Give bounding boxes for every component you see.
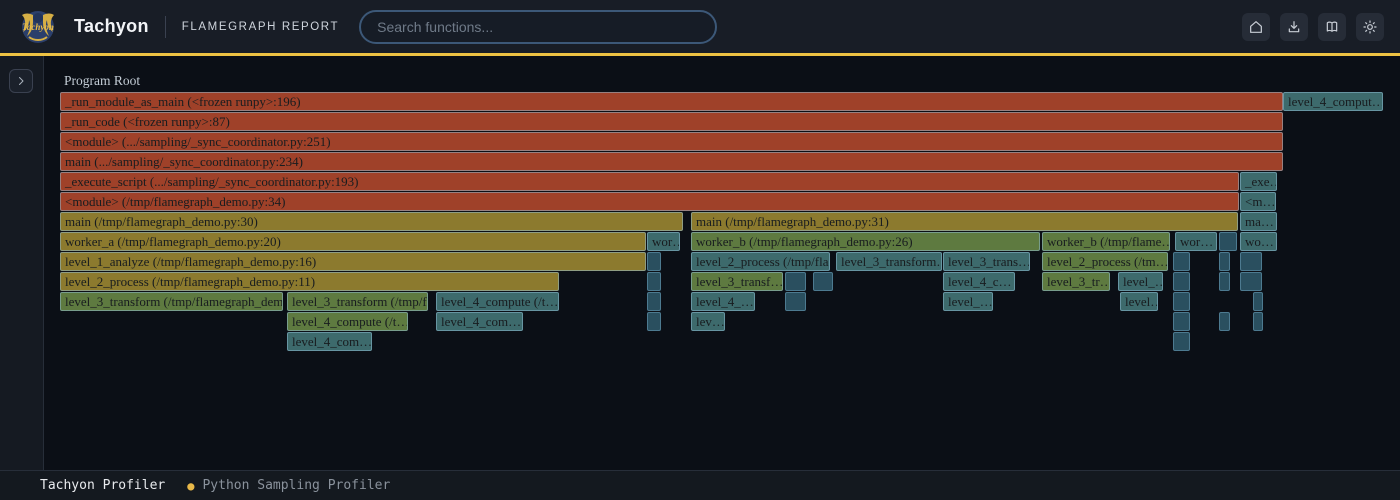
status-dot-icon: ● <box>187 479 194 493</box>
flame-block[interactable]: <m… <box>1240 192 1276 211</box>
flame-block-small[interactable] <box>1173 312 1190 331</box>
flame-block[interactable]: worker_b (/tmp/flame… <box>1042 232 1170 251</box>
home-icon <box>1248 19 1264 35</box>
flame-block-small[interactable] <box>1253 312 1263 331</box>
svg-text:Tachyon: Tachyon <box>22 22 54 32</box>
flame-block[interactable]: level_3_trans… <box>943 252 1030 271</box>
flame-block[interactable]: ma… <box>1240 212 1277 231</box>
docs-button[interactable] <box>1318 13 1346 41</box>
flame-block[interactable]: level_2_process (/tmp/flamegraph_demo.py… <box>60 272 559 291</box>
flame-block[interactable]: wor… <box>647 232 680 251</box>
flamegraph-panel: Program Root _run_module_as_main (<froze… <box>44 56 1400 470</box>
sidebar-expand-button[interactable] <box>9 69 33 93</box>
flame-block[interactable]: wo… <box>1240 232 1277 251</box>
app-title: Tachyon <box>74 16 149 37</box>
flame-block[interactable]: main (/tmp/flamegraph_demo.py:31) <box>691 212 1238 231</box>
flamegraph-blocks: _run_module_as_main (<frozen runpy>:196)… <box>44 56 1400 470</box>
flame-block[interactable]: level_4_c… <box>943 272 1015 291</box>
flame-block-small[interactable] <box>1173 252 1190 271</box>
flame-block[interactable]: level_… <box>943 292 993 311</box>
flame-block[interactable]: level_3_transform (/tmp/flamegraph_dem… <box>60 292 283 311</box>
flame-block[interactable]: level_4_com… <box>287 332 372 351</box>
status-bar: Tachyon Profiler ● Python Sampling Profi… <box>0 470 1400 500</box>
header-divider <box>165 16 166 38</box>
flame-block[interactable]: level… <box>1120 292 1158 311</box>
flame-block[interactable]: main (.../sampling/_sync_coordinator.py:… <box>60 152 1283 171</box>
sidebar <box>0 56 44 470</box>
flame-block-small[interactable] <box>1173 272 1190 291</box>
home-button[interactable] <box>1242 13 1270 41</box>
flame-block-small[interactable] <box>1173 332 1190 351</box>
footer-app-name: Tachyon Profiler <box>40 478 165 493</box>
flame-block-small[interactable] <box>1219 232 1237 251</box>
theme-toggle-button[interactable] <box>1356 13 1384 41</box>
flame-block-small[interactable] <box>1173 292 1190 311</box>
flame-block-small[interactable] <box>1219 272 1230 291</box>
flame-block-small[interactable] <box>647 292 661 311</box>
search-container <box>359 10 717 44</box>
flame-block-small[interactable] <box>1219 312 1230 331</box>
app-header: Tachyon Tachyon FLAMEGRAPH REPORT <box>0 0 1400 56</box>
flame-block-small[interactable] <box>1240 272 1262 291</box>
flame-block-small[interactable] <box>1253 292 1263 311</box>
flame-block[interactable]: level_4_… <box>691 292 755 311</box>
report-type-label: FLAMEGRAPH REPORT <box>182 21 339 33</box>
flame-block[interactable]: level_4_comput… <box>1283 92 1383 111</box>
flame-block-small[interactable] <box>785 292 806 311</box>
flame-block[interactable]: level_4_compute (/t… <box>436 292 559 311</box>
flame-block[interactable]: level_3_tr… <box>1042 272 1110 291</box>
flame-block[interactable]: lev… <box>691 312 725 331</box>
flame-block[interactable]: main (/tmp/flamegraph_demo.py:30) <box>60 212 683 231</box>
flame-block-small[interactable] <box>813 272 833 291</box>
flame-block[interactable]: level_2_process (/tmp/fla… <box>691 252 830 271</box>
flame-block[interactable]: level_3_transform (/tmp/fl… <box>287 292 428 311</box>
chevron-right-icon <box>15 75 27 87</box>
flame-block[interactable]: _run_module_as_main (<frozen runpy>:196) <box>60 92 1283 111</box>
flame-block[interactable]: _exe… <box>1240 172 1277 191</box>
tachyon-logo-icon: Tachyon <box>16 5 60 49</box>
flame-block[interactable]: wor… <box>1175 232 1217 251</box>
sun-icon <box>1362 19 1378 35</box>
flame-block[interactable]: <module> (.../sampling/_sync_coordinator… <box>60 132 1283 151</box>
flame-block[interactable]: level_3_transf… <box>691 272 783 291</box>
flame-block[interactable]: worker_b (/tmp/flamegraph_demo.py:26) <box>691 232 1040 251</box>
flame-block[interactable]: worker_a (/tmp/flamegraph_demo.py:20) <box>60 232 646 251</box>
flame-block[interactable]: <module> (/tmp/flamegraph_demo.py:34) <box>60 192 1239 211</box>
download-icon <box>1286 19 1302 35</box>
flame-block[interactable]: level_4_com… <box>436 312 523 331</box>
flame-block[interactable]: _run_code (<frozen runpy>:87) <box>60 112 1283 131</box>
book-icon <box>1324 19 1340 35</box>
download-button[interactable] <box>1280 13 1308 41</box>
flame-block[interactable]: level_3_transform… <box>836 252 942 271</box>
flame-block-small[interactable] <box>647 312 661 331</box>
flame-block-small[interactable] <box>647 272 661 291</box>
header-actions <box>1242 13 1384 41</box>
footer-subtitle: Python Sampling Profiler <box>202 478 390 493</box>
flame-block-small[interactable] <box>785 272 806 291</box>
flame-block-small[interactable] <box>1240 252 1262 271</box>
flame-block[interactable]: level_2_process (/tm… <box>1042 252 1168 271</box>
search-input[interactable] <box>359 10 717 44</box>
flame-block[interactable]: _execute_script (.../sampling/_sync_coor… <box>60 172 1239 191</box>
flame-block[interactable]: level_4_compute (/t… <box>287 312 408 331</box>
main-content: Program Root _run_module_as_main (<froze… <box>0 56 1400 470</box>
flame-block-small[interactable] <box>1219 252 1230 271</box>
flame-block[interactable]: level_1_analyze (/tmp/flamegraph_demo.py… <box>60 252 646 271</box>
flame-block[interactable]: level_… <box>1118 272 1163 291</box>
flame-block-small[interactable] <box>647 252 661 271</box>
